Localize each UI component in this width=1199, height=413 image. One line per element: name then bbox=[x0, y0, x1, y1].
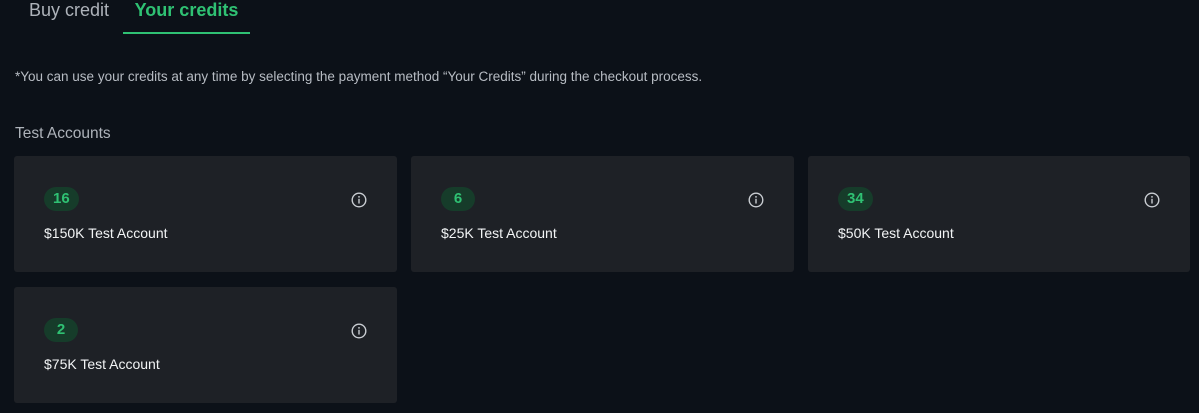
credit-card-label: $75K Test Account bbox=[44, 356, 160, 372]
info-icon[interactable] bbox=[748, 192, 764, 208]
credit-card-label: $150K Test Account bbox=[44, 225, 168, 241]
credit-card-50k: 34 $50K Test Account bbox=[808, 156, 1190, 272]
info-icon[interactable] bbox=[1144, 192, 1160, 208]
info-icon[interactable] bbox=[351, 323, 367, 339]
credit-card-75k: 2 $75K Test Account bbox=[14, 287, 397, 403]
credit-card-150k: 16 $150K Test Account bbox=[14, 156, 397, 272]
credit-card-25k: 6 $25K Test Account bbox=[411, 156, 794, 272]
credit-count-badge: 2 bbox=[44, 318, 78, 342]
tab-bar: Buy credit Your credits bbox=[0, 0, 1199, 34]
credits-usage-note: *You can use your credits at any time by… bbox=[15, 69, 703, 84]
tab-buy-credit[interactable]: Buy credit bbox=[29, 0, 109, 32]
section-title-test-accounts: Test Accounts bbox=[15, 125, 111, 142]
tab-your-credits[interactable]: Your credits bbox=[123, 0, 250, 34]
credit-count-badge: 34 bbox=[838, 187, 873, 211]
credit-count-badge: 6 bbox=[441, 187, 475, 211]
credit-card-label: $50K Test Account bbox=[838, 225, 954, 241]
credit-card-label: $25K Test Account bbox=[441, 225, 557, 241]
info-icon[interactable] bbox=[351, 192, 367, 208]
credit-count-badge: 16 bbox=[44, 187, 79, 211]
